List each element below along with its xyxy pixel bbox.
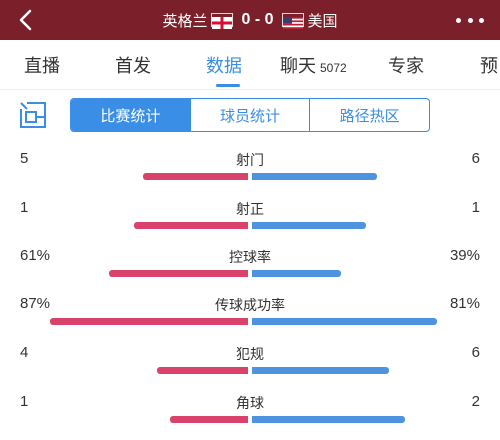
away-bar-track — [252, 318, 480, 325]
stat-label: 传球成功率 — [215, 298, 285, 314]
home-team-name: 英格兰 — [162, 11, 208, 30]
stat-row: 87% 传球成功率 81% — [0, 295, 500, 335]
home-stat-bar — [170, 416, 248, 423]
home-stat-bar — [134, 222, 248, 229]
home-bar-track — [20, 173, 248, 180]
tab-chat[interactable]: 聊天 5072 — [280, 52, 347, 78]
home-stat-bar — [49, 318, 248, 325]
away-bar-track — [252, 222, 480, 229]
stat-row: 61% 控球率 39% — [0, 247, 500, 287]
home-bar-track — [20, 367, 248, 374]
tab-live[interactable]: 直播 — [24, 52, 60, 78]
match-score: 0 - 0 — [241, 11, 274, 28]
home-stat-bar — [156, 367, 248, 374]
stat-label: 犯规 — [236, 347, 264, 363]
stats-segmented-control: 比赛统计 球员统计 路径热区 — [70, 98, 430, 132]
tab-prediction[interactable]: 预 — [480, 52, 498, 78]
away-bar-track — [252, 416, 480, 423]
match-header: 英格兰 0 - 0 美国 — [0, 0, 500, 40]
active-tab-indicator — [216, 84, 240, 87]
stat-row: 1 角球 2 — [0, 393, 500, 433]
england-flag-icon — [211, 13, 234, 29]
away-stat-value: 6 — [471, 344, 480, 361]
tab-lineup[interactable]: 首发 — [115, 52, 151, 78]
stat-label: 控球率 — [229, 250, 271, 266]
away-stat-bar — [252, 318, 437, 325]
away-stat-bar — [252, 173, 378, 180]
match-title: 英格兰 0 - 0 美国 — [162, 10, 337, 31]
home-bar-track — [20, 222, 248, 229]
stat-label: 射门 — [236, 153, 264, 169]
away-stat-value: 81% — [449, 295, 480, 312]
tab-data[interactable]: 数据 — [206, 52, 242, 78]
home-stat-bar — [108, 270, 248, 277]
away-stat-bar — [252, 270, 341, 277]
dot-icon — [479, 17, 484, 23]
dot-icon — [456, 17, 461, 23]
layout-toggle-icon[interactable] — [18, 100, 48, 130]
away-bar-track — [252, 173, 480, 180]
away-stat-value: 39% — [449, 247, 480, 264]
back-button[interactable] — [14, 8, 38, 32]
away-stat-bar — [252, 367, 389, 374]
away-bar-track — [252, 367, 480, 374]
stat-row: 4 犯规 6 — [0, 344, 500, 384]
away-stat-value: 2 — [471, 393, 480, 410]
away-stat-value: 1 — [471, 199, 480, 216]
subtab-player-stats[interactable]: 球员统计 — [191, 99, 311, 131]
home-bar-track — [20, 270, 248, 277]
subtab-match-stats[interactable]: 比赛统计 — [71, 99, 191, 131]
tab-experts[interactable]: 专家 — [388, 52, 424, 78]
away-team-name: 美国 — [307, 11, 338, 30]
stat-label: 角球 — [236, 396, 264, 412]
home-bar-track — [20, 318, 248, 325]
away-bar-track — [252, 270, 480, 277]
away-stat-bar — [252, 222, 366, 229]
away-stat-bar — [252, 416, 405, 423]
tab-bar: 直播 首发 数据 聊天 5072 专家 预 — [0, 40, 500, 90]
tab-chat-count: 5072 — [320, 61, 347, 75]
away-stat-value: 6 — [471, 150, 480, 167]
dot-icon — [467, 17, 473, 23]
stat-row: 5 射门 6 — [0, 150, 500, 190]
stat-row: 1 射正 1 — [0, 199, 500, 239]
more-options-button[interactable] — [456, 10, 484, 30]
subtab-heatmap[interactable]: 路径热区 — [310, 99, 429, 131]
tab-chat-label: 聊天 — [280, 56, 316, 77]
usa-flag-icon — [281, 13, 304, 29]
stat-label: 射正 — [236, 202, 264, 218]
home-stat-bar — [143, 173, 248, 180]
chevron-left-icon — [19, 9, 32, 31]
home-bar-track — [20, 416, 248, 423]
